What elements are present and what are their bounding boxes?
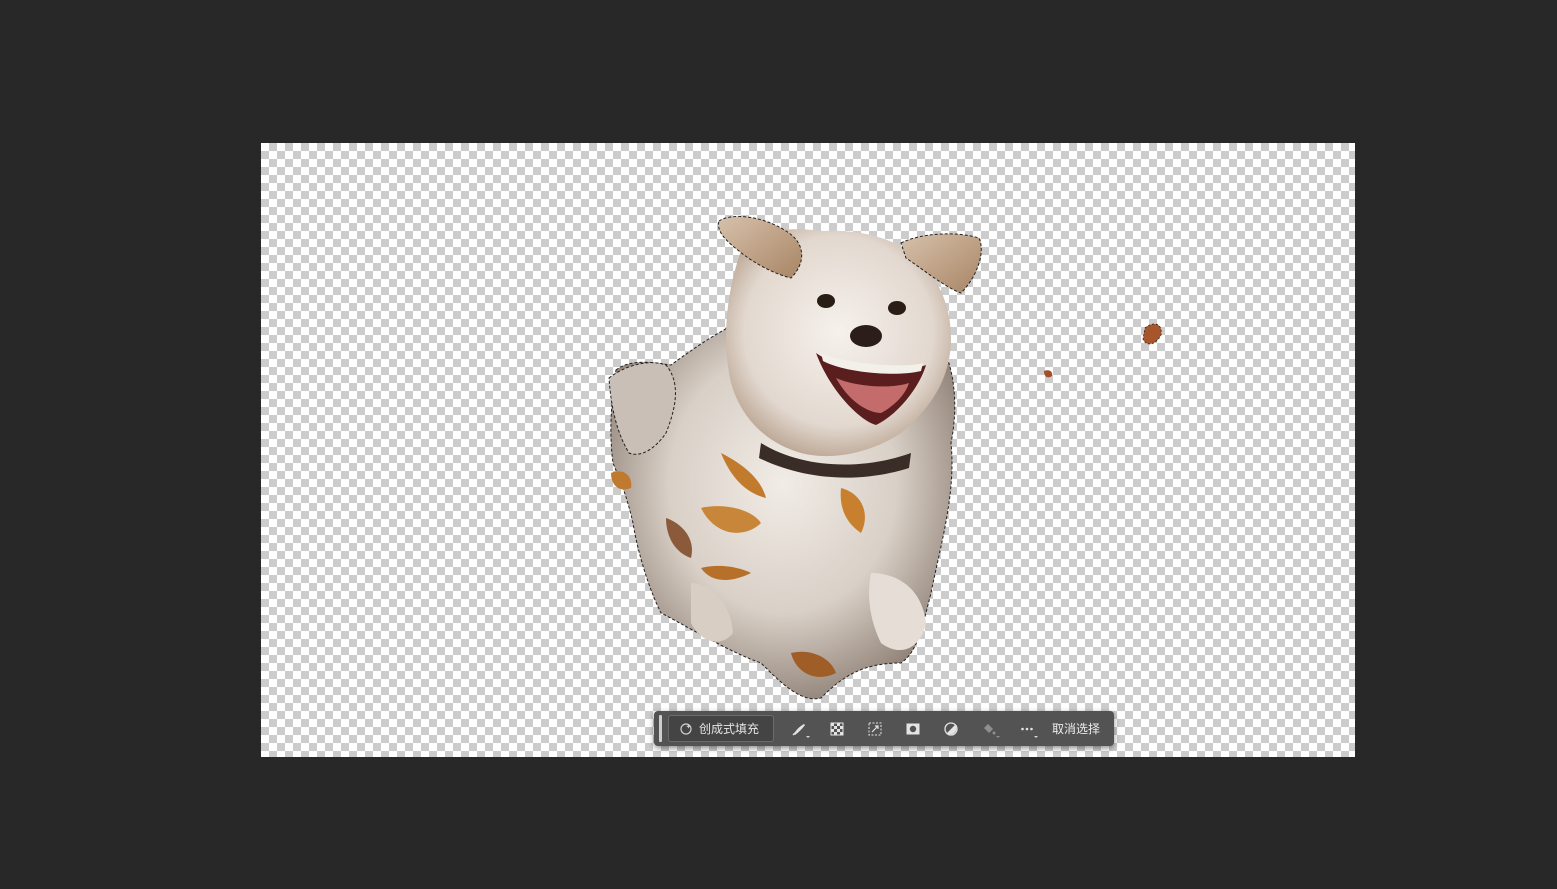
generative-fill-label: 创成式填充	[699, 722, 760, 736]
mask-icon	[906, 723, 920, 734]
more-options-button[interactable]	[1008, 715, 1046, 742]
fill-bucket-button[interactable]	[970, 715, 1008, 742]
workspace: 创成式填充 取消选择	[0, 0, 1557, 889]
dog-cutout-image	[608, 215, 1162, 700]
generative-fill-button[interactable]: 创成式填充	[668, 715, 774, 742]
brush-select-button[interactable]	[780, 715, 818, 742]
transform-selection-button[interactable]	[856, 715, 894, 742]
adjustment-icon	[944, 721, 958, 736]
deselect-button[interactable]: 取消选择	[1052, 720, 1100, 737]
document-canvas[interactable]	[261, 143, 1355, 757]
adjustment-button[interactable]	[932, 715, 970, 742]
more-options-icon	[1021, 727, 1033, 730]
sparkle-icon	[679, 722, 693, 736]
transform-selection-icon	[868, 722, 882, 735]
mask-button[interactable]	[894, 715, 932, 742]
contextual-task-bar: 创成式填充 取消选择	[654, 711, 1114, 746]
brush-select-icon	[792, 723, 805, 736]
fill-bucket-icon	[984, 723, 996, 734]
drag-handle[interactable]	[659, 715, 662, 742]
invert-selection-button[interactable]	[818, 715, 856, 742]
invert-selection-icon	[830, 722, 844, 735]
